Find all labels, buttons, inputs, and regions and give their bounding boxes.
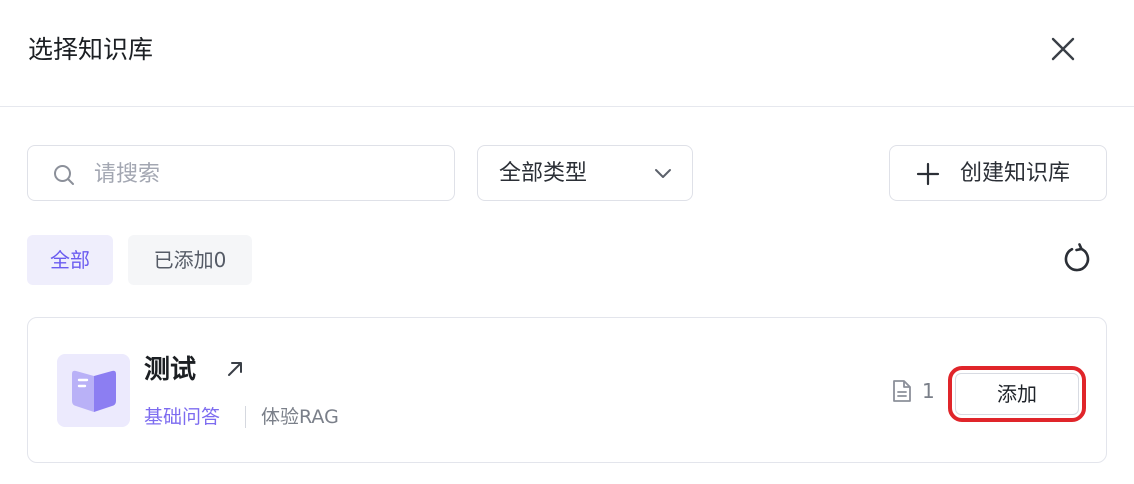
- dialog-title: 选择知识库: [28, 35, 154, 64]
- header-divider: [0, 106, 1134, 107]
- document-count: 1: [922, 379, 935, 403]
- document-icon: [891, 379, 913, 403]
- close-icon[interactable]: [1048, 34, 1078, 64]
- add-button[interactable]: 添加: [955, 373, 1079, 415]
- tab-added[interactable]: 已添加0: [128, 235, 252, 285]
- type-select-value: 全部类型: [499, 161, 588, 186]
- search-input[interactable]: [92, 156, 436, 192]
- knowledge-base-name[interactable]: 测试: [144, 353, 196, 387]
- search-icon: [53, 164, 75, 186]
- external-link-icon[interactable]: [224, 358, 246, 380]
- tag-divider: [245, 406, 246, 428]
- chevron-down-icon: [652, 162, 674, 184]
- book-icon: [57, 354, 130, 427]
- tab-all[interactable]: 全部: [27, 235, 113, 285]
- knowledge-base-type-tag: 基础问答: [144, 406, 221, 428]
- search-box[interactable]: [27, 145, 455, 201]
- knowledge-base-card[interactable]: 测试 基础问答 体验RAG 1 添加: [27, 317, 1107, 463]
- refresh-icon[interactable]: [1060, 242, 1094, 276]
- create-button-label: 创建知识库: [960, 161, 1071, 186]
- type-select[interactable]: 全部类型: [477, 145, 693, 201]
- knowledge-base-subtitle: 体验RAG: [261, 406, 339, 428]
- plus-icon: [916, 162, 940, 186]
- create-knowledge-base-button[interactable]: 创建知识库: [889, 145, 1107, 201]
